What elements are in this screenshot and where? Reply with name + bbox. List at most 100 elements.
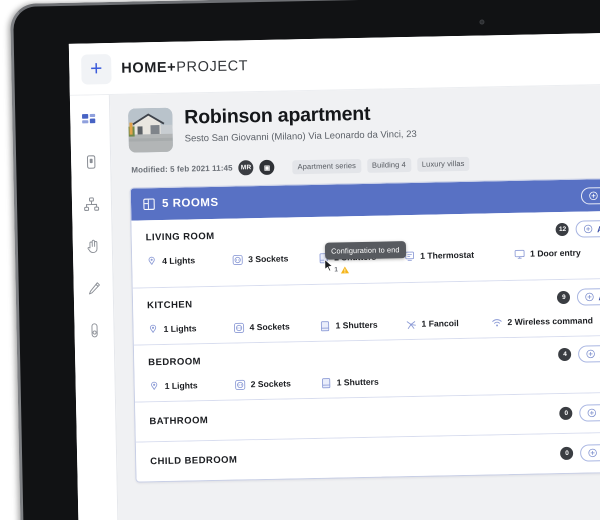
row-spacer	[237, 454, 560, 460]
object-count-badge: 4	[558, 347, 572, 362]
plus-circle-icon	[588, 448, 598, 458]
socket-icon	[235, 379, 246, 390]
plus-circle-icon	[589, 191, 598, 200]
object-item[interactable]: 1 Lights	[149, 379, 235, 393]
object-label: 1 Lights	[163, 323, 197, 334]
object-label: 4 Lights	[162, 255, 196, 266]
brand-bold: HOME	[121, 59, 168, 77]
object-textblock: 4 Lights	[162, 254, 195, 267]
object-textblock: 1 Lights	[163, 322, 196, 335]
brand-light: PROJECT	[176, 57, 249, 76]
floorplan-icon	[143, 198, 155, 210]
app-window: + HOME+PROJECT Robinson apartment Sesto …	[68, 31, 600, 520]
clip-icon	[90, 323, 98, 338]
socket-icon	[233, 322, 245, 333]
plus-circle-icon	[588, 408, 597, 418]
object-label: 1 Door entry	[530, 247, 581, 259]
room-name: KITCHEN	[146, 299, 193, 312]
sidebar-item-tools[interactable]	[82, 277, 104, 299]
tag-apartment-series[interactable]: Apartment series	[292, 158, 362, 174]
object-textblock: 1 Thermostat	[420, 249, 474, 262]
sidebar-item-topology[interactable]	[80, 193, 102, 215]
object-item[interactable]: 4 Sockets	[233, 320, 319, 334]
shutter-icon	[322, 377, 331, 388]
room-name: CHILD BEDROOM	[150, 454, 238, 468]
object-label: 1 Shutters	[335, 319, 378, 331]
project-header: Robinson apartment Sesto San Giovanni (M…	[128, 98, 600, 153]
object-count-badge: 9	[557, 290, 571, 305]
add-object-button[interactable]: Add Object	[579, 403, 600, 422]
plus-circle-icon	[584, 224, 593, 234]
object-textblock: 2 Sockets	[251, 377, 291, 390]
add-object-button[interactable]: Add Object	[580, 443, 600, 462]
add-object-button[interactable]: Add Object	[578, 344, 600, 363]
object-item[interactable]: 4 Lights	[146, 254, 232, 268]
add-room-button[interactable]: Add room	[580, 185, 600, 205]
house-photo-icon	[128, 107, 173, 153]
room-name: BEDROOM	[148, 356, 202, 369]
object-label: 4 Sockets	[249, 321, 290, 333]
project-titleblock: Robinson apartment Sesto San Giovanni (M…	[184, 103, 417, 145]
object-label: 1 Shutters	[336, 376, 379, 388]
avatar[interactable]: MR	[238, 160, 254, 176]
page-title: Robinson apartment	[184, 102, 371, 129]
warning-count: 1	[334, 266, 339, 274]
header-spacer	[219, 196, 581, 203]
tag-luxury-villas[interactable]: Luxury villas	[416, 156, 470, 172]
network-tree-icon	[84, 196, 100, 211]
add-object-button[interactable]: Add Object	[577, 287, 600, 306]
object-row: 1 Lights 2 Sockets 1 Shutters	[149, 370, 600, 392]
object-textblock: 3 Sockets	[248, 252, 288, 265]
object-textblock: 1 Shutters	[337, 376, 379, 389]
object-item[interactable]: 1 Door entry	[514, 246, 600, 260]
avatar-device-badge[interactable]: ▣	[259, 159, 275, 176]
row-spacer	[215, 230, 557, 237]
room-header: CHILD BEDROOM0Add Object›	[150, 443, 600, 470]
project-thumbnail[interactable]	[128, 107, 173, 153]
room-name: LIVING ROOM	[145, 230, 215, 244]
object-label: 2 Sockets	[250, 378, 291, 390]
shutter-icon	[320, 320, 330, 331]
room-name: BATHROOM	[149, 415, 209, 428]
object-label: 3 Sockets	[248, 253, 289, 265]
device-screen: + HOME+PROJECT Robinson apartment Sesto …	[68, 31, 600, 520]
tag-building[interactable]: Building 4	[366, 157, 412, 173]
plus-icon: +	[89, 57, 103, 81]
add-project-button[interactable]: +	[81, 53, 112, 85]
object-warning[interactable]: 1	[334, 265, 376, 275]
rooms-card: 5 ROOMS Add room › LIVING R	[129, 176, 600, 483]
sidebar-item-dashboard[interactable]	[79, 109, 101, 131]
object-item[interactable]: 1 Fancoil	[405, 316, 491, 330]
object-item[interactable]: 1 Lights	[147, 322, 233, 336]
room-header: BEDROOM4Add Object›	[148, 344, 600, 371]
object-item[interactable]: 2 Sockets	[235, 377, 321, 391]
object-count-badge: 0	[559, 406, 573, 421]
object-textblock: 1 Lights	[165, 379, 198, 392]
sidebar-item-touch[interactable]	[81, 235, 103, 257]
add-object-button[interactable]: Add Object	[575, 219, 600, 238]
cursor-arrow-icon	[324, 259, 333, 272]
object-count-badge: 0	[560, 446, 574, 461]
sidebar-item-devices[interactable]	[79, 151, 101, 173]
object-item[interactable]: 3 Sockets	[232, 252, 318, 266]
object-item[interactable]: 1 Shutters	[319, 318, 405, 332]
room-header: BATHROOM0Add Object›	[149, 403, 600, 430]
object-textblock: 2 Wireless command	[507, 314, 593, 328]
object-textblock: 1 Fancoil	[421, 317, 458, 330]
hand-touch-icon	[87, 239, 97, 254]
room-row[interactable]: BEDROOM4Add Object›1 Lights2 Sockets1 Sh…	[133, 334, 600, 403]
sidebar-item-attachments[interactable]	[83, 319, 105, 341]
door-entry-icon	[514, 249, 525, 259]
room-row[interactable]: KITCHEN9Add Object›1 Lights4 Sockets1 Sh…	[132, 277, 600, 346]
row-spacer	[201, 355, 559, 362]
screenshot-stage: + HOME+PROJECT Robinson apartment Sesto …	[0, 0, 600, 520]
object-item[interactable]: 2 Wireless command	[491, 314, 600, 328]
object-textblock: 1 Shutters	[335, 319, 377, 332]
object-item[interactable]: 1 Shutters	[321, 375, 407, 389]
fancoil-icon	[406, 320, 416, 329]
row-spacer	[192, 298, 557, 305]
rooms-count-title: 5 ROOMS	[161, 196, 219, 210]
dashboard-grid-icon	[82, 113, 96, 123]
room-header: KITCHEN9Add Object›	[147, 287, 600, 314]
object-item[interactable]: 1 Thermostat	[404, 248, 514, 262]
